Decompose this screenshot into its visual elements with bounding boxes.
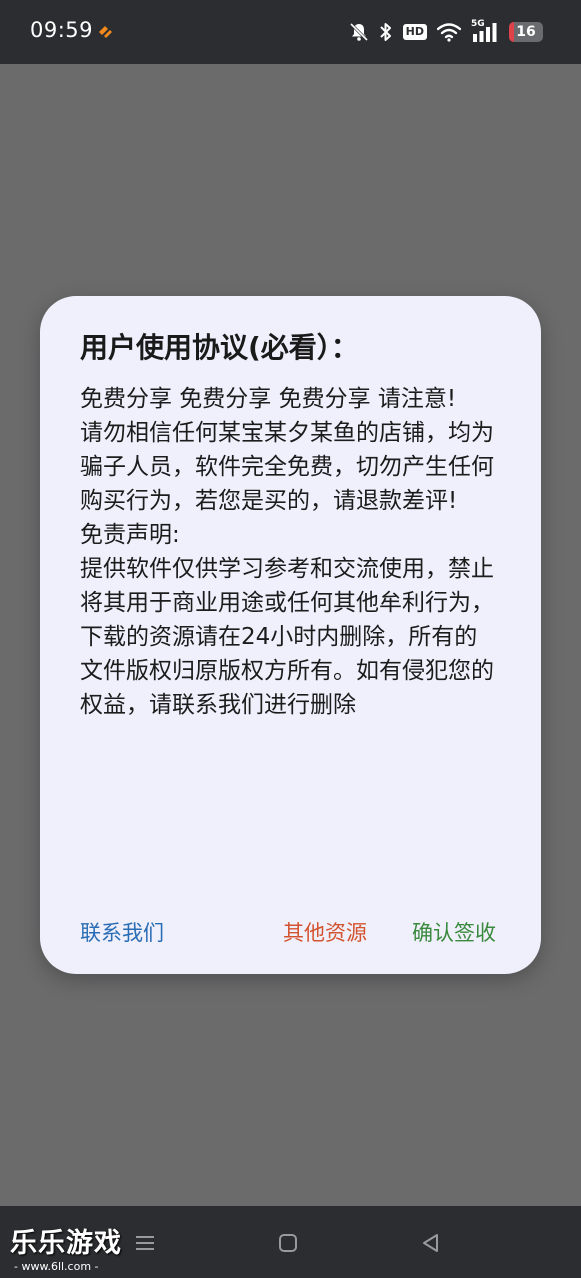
dialog-title: 用户使用协议(必看）： (80, 331, 359, 364)
other-resources-button[interactable]: 其他资源 (283, 918, 367, 948)
home-icon (279, 1234, 297, 1252)
user-agreement-dialog: 用户使用协议(必看）： 免费分享 免费分享 免费分享 请注意! 请勿相信任何某宝… (40, 296, 541, 974)
signal-icon: 5G (471, 19, 499, 43)
battery-icon: 16 (509, 22, 543, 42)
watermark-url: - www.6ll.com - (14, 1260, 99, 1273)
wifi-icon (437, 23, 461, 42)
status-time: 09:59 (30, 18, 94, 42)
bell-muted-icon (349, 22, 368, 42)
contact-us-button[interactable]: 联系我们 (80, 918, 164, 948)
home-button[interactable] (273, 1228, 303, 1258)
bluetooth-icon (379, 23, 391, 41)
menu-button[interactable] (130, 1228, 160, 1258)
dialog-body: 免费分享 免费分享 免费分享 请注意! 请勿相信任何某宝某夕某鱼的店铺，均为骗子… (80, 386, 494, 718)
confirm-receipt-button[interactable]: 确认签收 (412, 918, 496, 948)
status-bar: 09:59 HD 5G 16 (0, 0, 581, 64)
status-icons: HD 5G 16 (349, 18, 543, 46)
back-icon (423, 1234, 438, 1252)
battery-level: 16 (516, 24, 536, 40)
app-notification-icon (99, 26, 112, 38)
watermark: 乐乐游戏 - www.6ll.com - (10, 1228, 130, 1273)
hd-icon: HD (402, 24, 427, 40)
menu-icon (136, 1236, 154, 1250)
watermark-title: 乐乐游戏 (10, 1228, 122, 1259)
battery-fill (509, 22, 515, 42)
back-button[interactable] (416, 1228, 446, 1258)
